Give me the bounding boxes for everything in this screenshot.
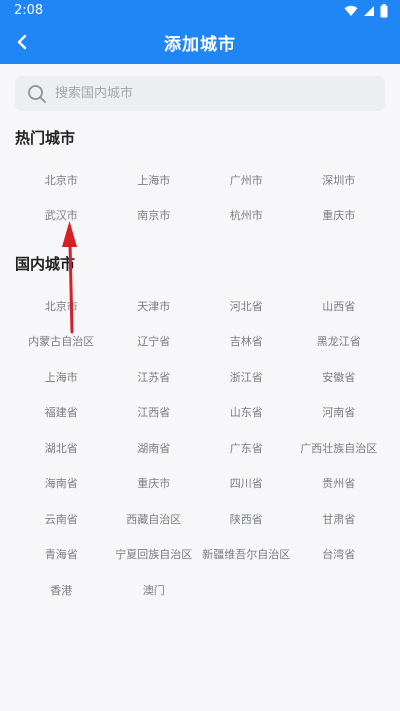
city-item[interactable]: 吉林省	[200, 324, 293, 360]
app-header: 2:08 添加城市	[0, 0, 400, 64]
city-item[interactable]: 北京市	[15, 162, 108, 198]
city-item[interactable]: 浙江省	[200, 359, 293, 395]
city-item[interactable]: 台湾省	[293, 537, 386, 573]
city-item[interactable]: 宁夏回族自治区	[108, 537, 201, 573]
status-time: 2:08	[14, 3, 44, 18]
city-item[interactable]: 贵州省	[293, 466, 386, 502]
city-item[interactable]: 山东省	[200, 395, 293, 431]
city-item[interactable]: 武汉市	[15, 198, 108, 234]
city-item[interactable]: 澳门	[108, 572, 201, 608]
search-input[interactable]	[55, 76, 375, 111]
city-item[interactable]: 内蒙古自治区	[15, 324, 108, 360]
city-item[interactable]: 辽宁省	[108, 324, 201, 360]
city-item[interactable]: 北京市	[15, 288, 108, 324]
hot-cities-grid: 北京市 上海市 广州市 深圳市武汉市 南京市 杭州市 重庆市	[15, 162, 385, 233]
city-item[interactable]: 陕西省	[200, 501, 293, 537]
city-item[interactable]: 重庆市	[293, 198, 386, 234]
city-item[interactable]: 杭州市	[200, 198, 293, 234]
hot-cities-heading: 热门城市	[15, 129, 76, 147]
domestic-cities-grid: 北京市 天津市 河北省 山西省内蒙古自治区 辽宁省 吉林省 黑龙江省上海市 江苏省 浙江省 安徽省…	[15, 288, 385, 608]
battery-icon	[380, 4, 388, 18]
city-item[interactable]: 青海省	[15, 537, 108, 573]
city-item[interactable]: 湖南省	[108, 430, 201, 466]
city-item[interactable]: 福建省	[15, 395, 108, 431]
city-item[interactable]: 香港	[15, 572, 108, 608]
domestic-cities-heading: 国内城市	[15, 255, 76, 273]
city-item[interactable]: 南京市	[108, 198, 201, 234]
city-item[interactable]: 安徽省	[293, 359, 386, 395]
status-bar: 2:08	[0, 0, 400, 22]
city-item[interactable]: 重庆市	[108, 466, 201, 502]
city-item[interactable]: 黑龙江省	[293, 324, 386, 360]
city-item[interactable]: 广东省	[200, 430, 293, 466]
city-item[interactable]: 河北省	[200, 288, 293, 324]
city-item[interactable]: 上海市	[108, 162, 201, 198]
city-item[interactable]: 天津市	[108, 288, 201, 324]
search-icon	[28, 85, 46, 103]
signal-icon	[364, 6, 374, 16]
city-item[interactable]: 广西壮族自治区	[293, 430, 386, 466]
city-item[interactable]: 新疆维吾尔自治区	[200, 537, 293, 573]
city-item[interactable]: 河南省	[293, 395, 386, 431]
city-item[interactable]: 四川省	[200, 466, 293, 502]
city-item[interactable]: 云南省	[15, 501, 108, 537]
city-item[interactable]: 江苏省	[108, 359, 201, 395]
city-item[interactable]: 上海市	[15, 359, 108, 395]
nav-bar: 添加城市	[0, 24, 400, 62]
city-item[interactable]: 深圳市	[293, 162, 386, 198]
city-item[interactable]: 甘肃省	[293, 501, 386, 537]
city-item[interactable]: 江西省	[108, 395, 201, 431]
page-title: 添加城市	[164, 35, 236, 55]
city-item[interactable]: 广州市	[200, 162, 293, 198]
status-icons	[344, 4, 388, 18]
search-bar[interactable]	[15, 76, 385, 111]
city-item[interactable]: 海南省	[15, 466, 108, 502]
city-item[interactable]: 西藏自治区	[108, 501, 201, 537]
city-item[interactable]: 湖北省	[15, 430, 108, 466]
city-item[interactable]: 山西省	[293, 288, 386, 324]
wifi-icon	[344, 5, 358, 16]
